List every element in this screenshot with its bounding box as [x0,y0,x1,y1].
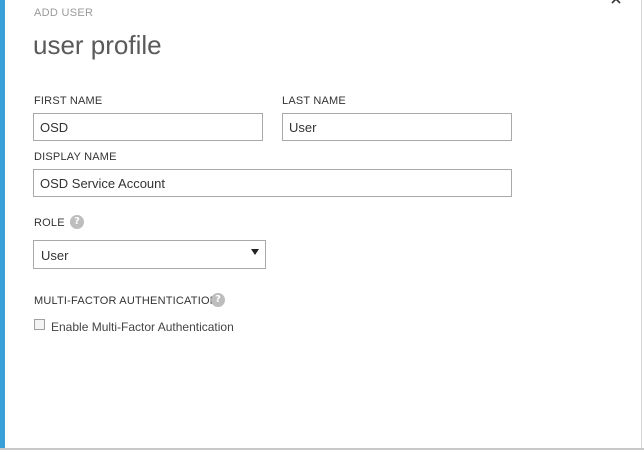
mfa-label: MULTI-FACTOR AUTHENTICATION [34,295,218,307]
last-name-field[interactable] [282,113,512,141]
help-icon[interactable]: ? [70,215,84,229]
last-name-label: LAST NAME [282,95,346,107]
help-icon[interactable]: ? [211,293,225,307]
display-name-label: DISPLAY NAME [34,151,117,163]
chevron-up-icon[interactable] [609,0,623,6]
first-name-field[interactable] [33,113,263,141]
role-select[interactable]: User [33,240,266,269]
right-border [641,0,642,450]
dialog-kicker: ADD USER [34,7,94,19]
role-select-value: User [41,248,69,263]
first-name-label: FIRST NAME [34,95,103,107]
role-label: ROLE [34,217,65,229]
page-title: user profile [33,30,162,60]
display-name-field[interactable] [33,169,512,197]
left-accent-bar [0,0,5,450]
mfa-checkbox-label[interactable]: Enable Multi-Factor Authentication [51,320,234,334]
dropdown-arrow-icon [251,249,259,255]
mfa-checkbox[interactable] [34,319,45,330]
